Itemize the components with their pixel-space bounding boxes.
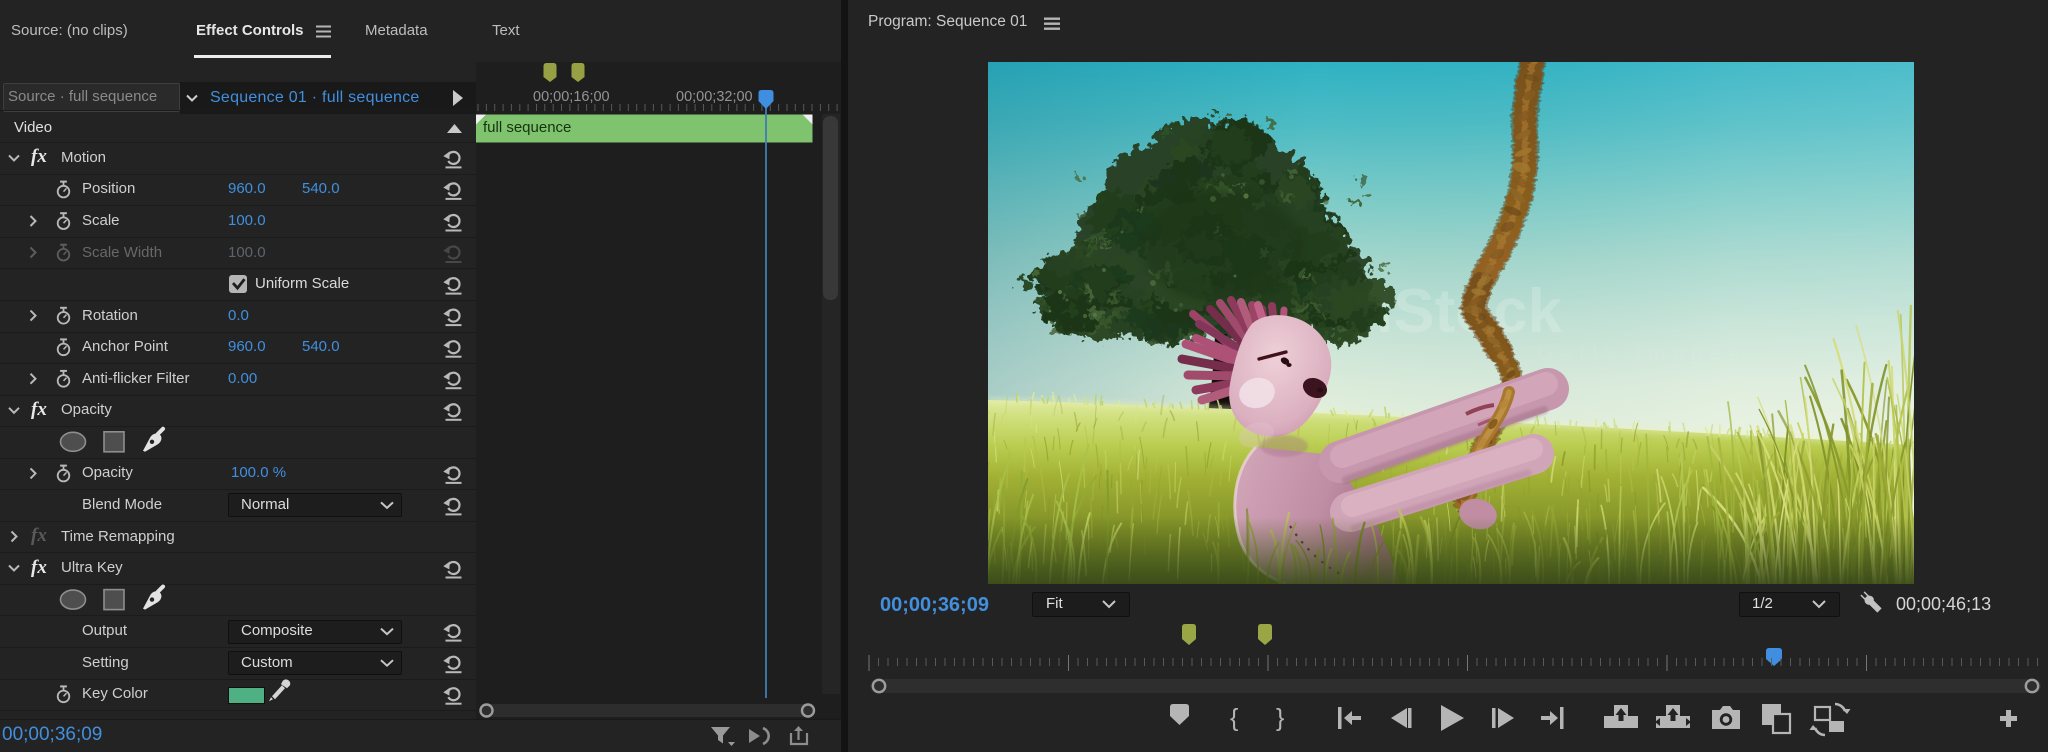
svg-text:by Getty Images: by Getty Images [1488, 342, 1746, 365]
